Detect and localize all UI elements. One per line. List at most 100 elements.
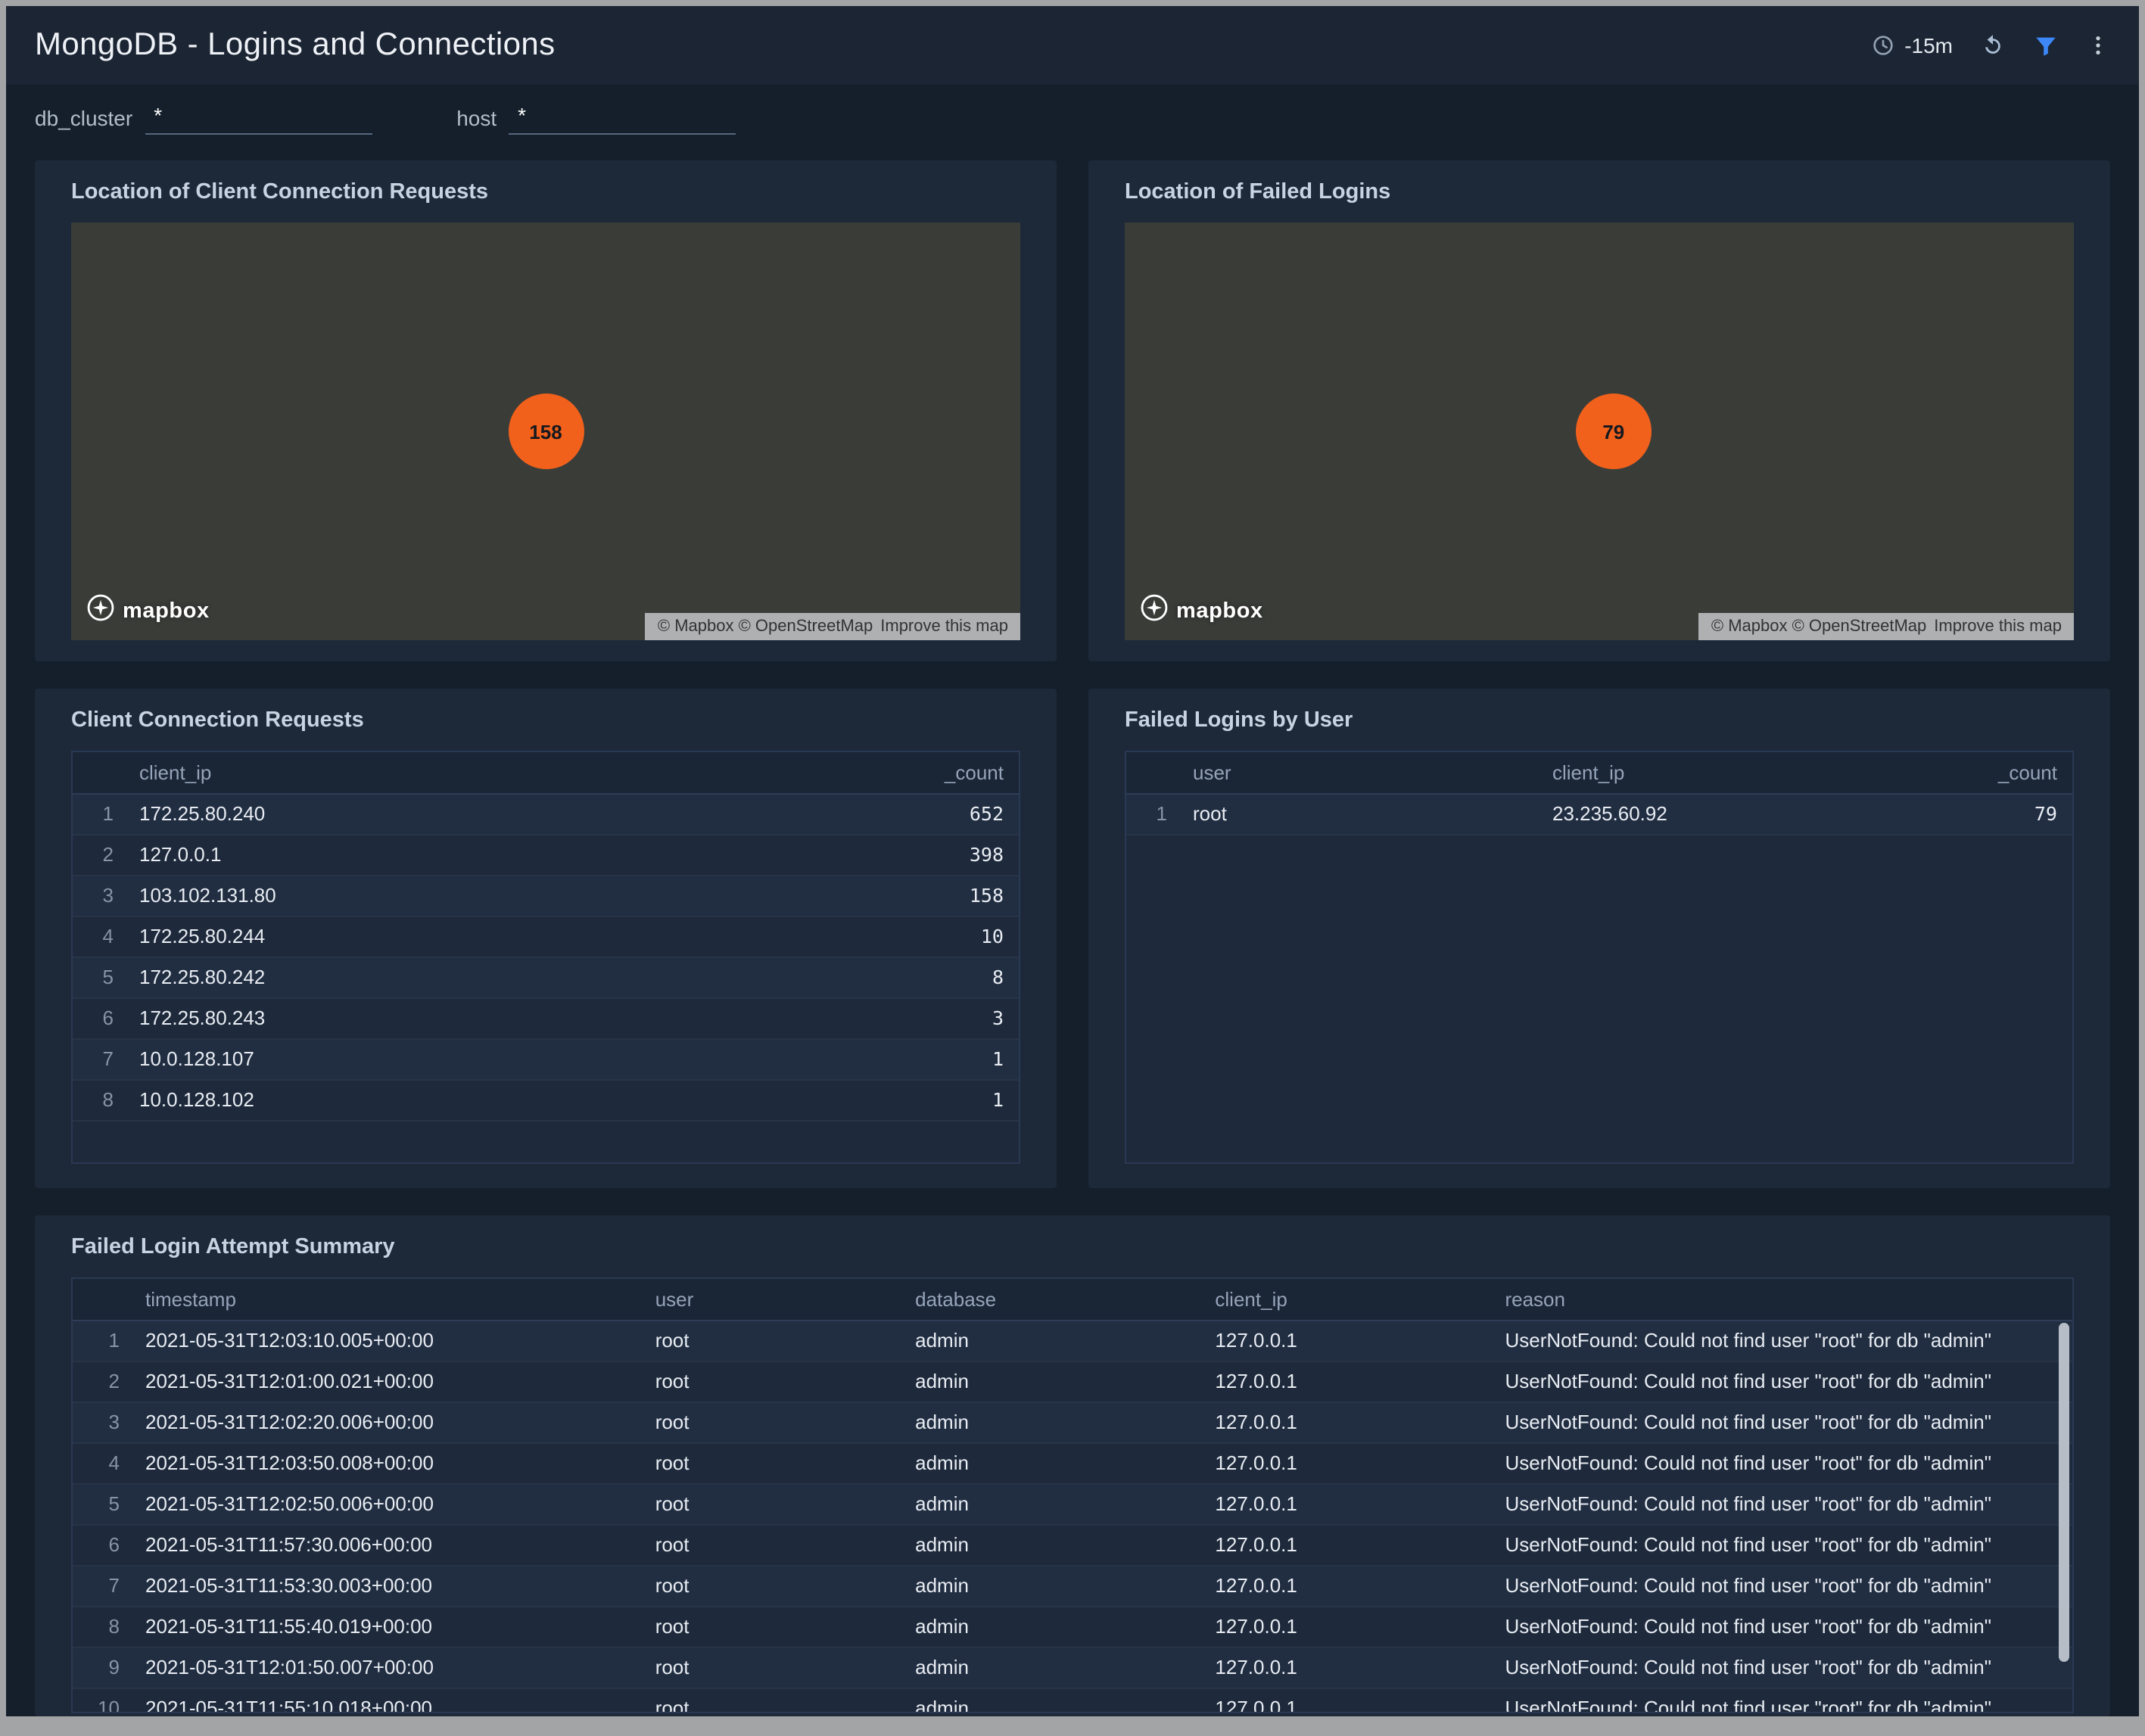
column-header-timestamp[interactable]: timestamp xyxy=(130,1279,640,1320)
table-row[interactable]: 72021-05-31T11:53:30.003+00:00rootadmin1… xyxy=(73,1565,2072,1606)
cell-user: root xyxy=(640,1320,900,1361)
filter-db-cluster-input[interactable]: * xyxy=(145,102,372,134)
row-index: 8 xyxy=(73,1606,130,1647)
cell-user: root xyxy=(640,1565,900,1606)
cell-client_ip: 127.0.0.1 xyxy=(1200,1483,1490,1524)
column-header-database[interactable]: database xyxy=(900,1279,1200,1320)
map-attribution: © Mapbox © OpenStreetMap Improve this ma… xyxy=(646,613,1020,640)
time-range-label: -15m xyxy=(1904,33,1953,58)
cell-client_ip: 127.0.0.1 xyxy=(1200,1606,1490,1647)
row-index: 8 xyxy=(73,1079,124,1120)
cell-reason: UserNotFound: Could not find user "root"… xyxy=(1490,1524,2072,1565)
dashboard-body: Location of Client Connection Requests 1… xyxy=(6,151,2139,1716)
cell-client_ip: 127.0.0.1 xyxy=(1200,1402,1490,1442)
map-marker[interactable]: 158 xyxy=(508,394,584,469)
improve-map-link[interactable]: Improve this map xyxy=(1934,618,2062,636)
map-canvas-connections[interactable]: 158 mapbox © Mapbox © OpenStreetMap Impr… xyxy=(71,222,1020,640)
table-row[interactable]: 5172.25.80.2428 xyxy=(73,957,1019,997)
cell-_count: 398 xyxy=(852,834,1019,875)
cell-database: admin xyxy=(900,1606,1200,1647)
cell-timestamp: 2021-05-31T11:53:30.003+00:00 xyxy=(130,1565,640,1606)
cell-client_ip: 127.0.0.1 xyxy=(124,834,852,875)
filter-icon xyxy=(2033,33,2059,58)
row-index: 9 xyxy=(73,1647,130,1688)
table-row[interactable]: 1root23.235.60.9279 xyxy=(1126,793,2072,834)
table-row[interactable]: 22021-05-31T12:01:00.021+00:00rootadmin1… xyxy=(73,1361,2072,1402)
cell-_count: 10 xyxy=(852,916,1019,957)
row-index: 4 xyxy=(73,916,124,957)
cell-_count: 652 xyxy=(852,793,1019,834)
table-container: userclient_ip_count1root23.235.60.9279 xyxy=(1125,751,2074,1164)
cell-user: root xyxy=(1178,793,1537,834)
cell-database: admin xyxy=(900,1524,1200,1565)
column-header-client_ip[interactable]: client_ip xyxy=(1537,752,1906,793)
attribution-text: © Mapbox © OpenStreetMap xyxy=(1711,618,1926,636)
table-row[interactable]: 52021-05-31T12:02:50.006+00:00rootadmin1… xyxy=(73,1483,2072,1524)
cell-user: root xyxy=(640,1688,900,1713)
failed-logins-by-user-table: userclient_ip_count1root23.235.60.9279 xyxy=(1126,752,2072,835)
row-index: 3 xyxy=(73,1402,130,1442)
row-index: 2 xyxy=(73,1361,130,1402)
filter-db-cluster: db_cluster * xyxy=(35,102,372,134)
kebab-menu-icon xyxy=(2086,33,2110,58)
cell-_count: 8 xyxy=(852,957,1019,997)
panel-menu-button[interactable] xyxy=(2086,33,2110,58)
column-header-reason[interactable]: reason xyxy=(1490,1279,2072,1320)
cell-_count: 158 xyxy=(852,875,1019,916)
table-row[interactable]: 1172.25.80.240652 xyxy=(73,793,1019,834)
row-index: 1 xyxy=(73,1320,130,1361)
panel-failed-logins-by-user: Failed Logins by User userclient_ip_coun… xyxy=(1088,689,2110,1188)
table-row[interactable]: 810.0.128.1021 xyxy=(73,1079,1019,1120)
map-canvas-failed-logins[interactable]: 79 mapbox © Mapbox © OpenStreetMap Impro… xyxy=(1125,222,2074,640)
table-row[interactable]: 6172.25.80.2433 xyxy=(73,997,1019,1038)
cell-timestamp: 2021-05-31T11:55:40.019+00:00 xyxy=(130,1606,640,1647)
cell-client_ip: 127.0.0.1 xyxy=(1200,1320,1490,1361)
table-row[interactable]: 42021-05-31T12:03:50.008+00:00rootadmin1… xyxy=(73,1442,2072,1483)
refresh-button[interactable] xyxy=(1980,33,2006,58)
row-index: 6 xyxy=(73,1524,130,1565)
filter-db-cluster-label: db_cluster xyxy=(35,105,132,134)
column-header-user[interactable]: user xyxy=(640,1279,900,1320)
row-index: 5 xyxy=(73,1483,130,1524)
table-row[interactable]: 102021-05-31T11:55:10.018+00:00rootadmin… xyxy=(73,1688,2072,1713)
scrollbar-thumb[interactable] xyxy=(2059,1323,2069,1662)
table-row[interactable]: 3103.102.131.80158 xyxy=(73,875,1019,916)
column-header-_count[interactable]: _count xyxy=(852,752,1019,793)
table-row[interactable]: 32021-05-31T12:02:20.006+00:00rootadmin1… xyxy=(73,1402,2072,1442)
table-row[interactable]: 82021-05-31T11:55:40.019+00:00rootadmin1… xyxy=(73,1606,2072,1647)
column-header-client_ip[interactable]: client_ip xyxy=(1200,1279,1490,1320)
mapbox-logo-text: mapbox xyxy=(1176,599,1263,624)
row-index: 4 xyxy=(73,1442,130,1483)
cell-timestamp: 2021-05-31T12:01:50.007+00:00 xyxy=(130,1647,640,1688)
column-header-_count[interactable]: _count xyxy=(1906,752,2072,793)
cell-reason: UserNotFound: Could not find user "root"… xyxy=(1490,1647,2072,1688)
cell-reason: UserNotFound: Could not find user "root"… xyxy=(1490,1442,2072,1483)
filter-toggle-button[interactable] xyxy=(2033,33,2059,58)
table-row[interactable]: 710.0.128.1071 xyxy=(73,1038,1019,1079)
table-row[interactable]: 62021-05-31T11:57:30.006+00:00rootadmin1… xyxy=(73,1524,2072,1565)
table-row[interactable]: 12021-05-31T12:03:10.005+00:00rootadmin1… xyxy=(73,1320,2072,1361)
cell-client_ip: 127.0.0.1 xyxy=(1200,1647,1490,1688)
panel-connection-map: Location of Client Connection Requests 1… xyxy=(35,160,1057,661)
table-row[interactable]: 2127.0.0.1398 xyxy=(73,834,1019,875)
map-marker[interactable]: 79 xyxy=(1576,394,1652,469)
cell-client_ip: 127.0.0.1 xyxy=(1200,1524,1490,1565)
cell-database: admin xyxy=(900,1361,1200,1402)
column-header-client_ip[interactable]: client_ip xyxy=(124,752,852,793)
time-range-control[interactable]: -15m xyxy=(1871,33,1953,58)
client-connections-table: client_ip_count1172.25.80.2406522127.0.0… xyxy=(73,752,1019,1121)
index-column-header xyxy=(73,752,124,793)
cell-_count: 79 xyxy=(1906,793,2072,834)
mapbox-logo[interactable]: mapbox xyxy=(86,593,210,630)
panel-title: Location of Client Connection Requests xyxy=(71,179,1020,207)
table-row[interactable]: 4172.25.80.24410 xyxy=(73,916,1019,957)
improve-map-link[interactable]: Improve this map xyxy=(880,618,1008,636)
mapbox-logo[interactable]: mapbox xyxy=(1140,593,1263,630)
panel-title: Failed Logins by User xyxy=(1125,707,2074,736)
cell-database: admin xyxy=(900,1442,1200,1483)
cell-client_ip: 127.0.0.1 xyxy=(1200,1442,1490,1483)
column-header-user[interactable]: user xyxy=(1178,752,1537,793)
filter-host-input[interactable]: * xyxy=(509,102,736,134)
table-row[interactable]: 92021-05-31T12:01:50.007+00:00rootadmin1… xyxy=(73,1647,2072,1688)
cell-timestamp: 2021-05-31T12:02:20.006+00:00 xyxy=(130,1402,640,1442)
